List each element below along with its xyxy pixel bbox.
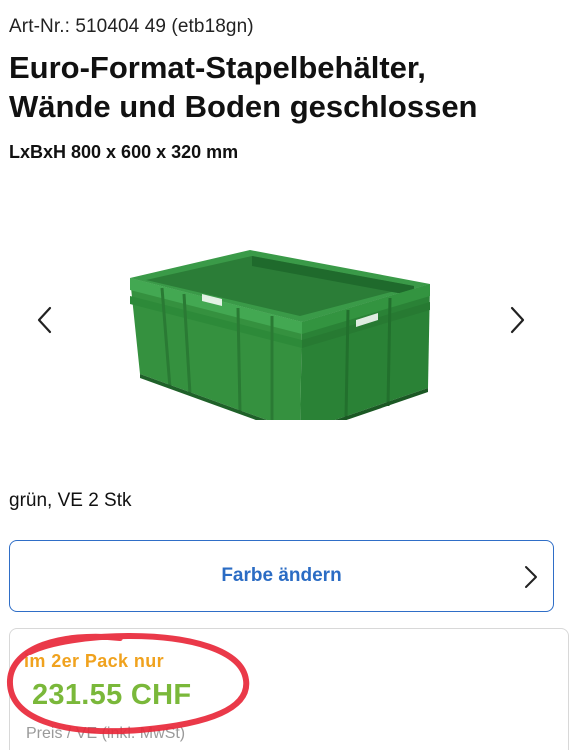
variant-label: grün, VE 2 Stk bbox=[9, 490, 132, 511]
gallery-prev-button[interactable] bbox=[30, 298, 60, 342]
pack-offer-note: im 2er Pack nur bbox=[24, 651, 165, 671]
chevron-left-icon bbox=[37, 306, 52, 334]
product-image-gallery[interactable] bbox=[0, 200, 576, 440]
product-title-line-1: Euro-Format-Stapelbehälter, bbox=[9, 50, 426, 85]
product-image[interactable] bbox=[122, 222, 438, 420]
product-dimensions: LxBxH 800 x 600 x 320 mm bbox=[9, 142, 239, 162]
change-color-label: Farbe ändern bbox=[221, 565, 342, 586]
change-color-button[interactable]: Farbe ändern bbox=[9, 540, 554, 612]
chevron-right-icon bbox=[510, 306, 525, 334]
price-value: 231.55 CHF bbox=[32, 679, 192, 711]
gallery-next-button[interactable] bbox=[502, 298, 532, 342]
article-number: Art-Nr.: 510404 49 (etb18gn) bbox=[9, 16, 254, 37]
chevron-right-icon bbox=[525, 566, 537, 588]
product-title-line-2: Wände und Boden geschlossen bbox=[9, 89, 478, 124]
price-unit-note: Preis / VE (inkl. MwSt) bbox=[26, 725, 186, 742]
product-title: Euro-Format-Stapelbehälter, Wände und Bo… bbox=[9, 48, 569, 126]
price-card: im 2er Pack nur 231.55 CHF Preis / VE (i… bbox=[9, 628, 569, 750]
